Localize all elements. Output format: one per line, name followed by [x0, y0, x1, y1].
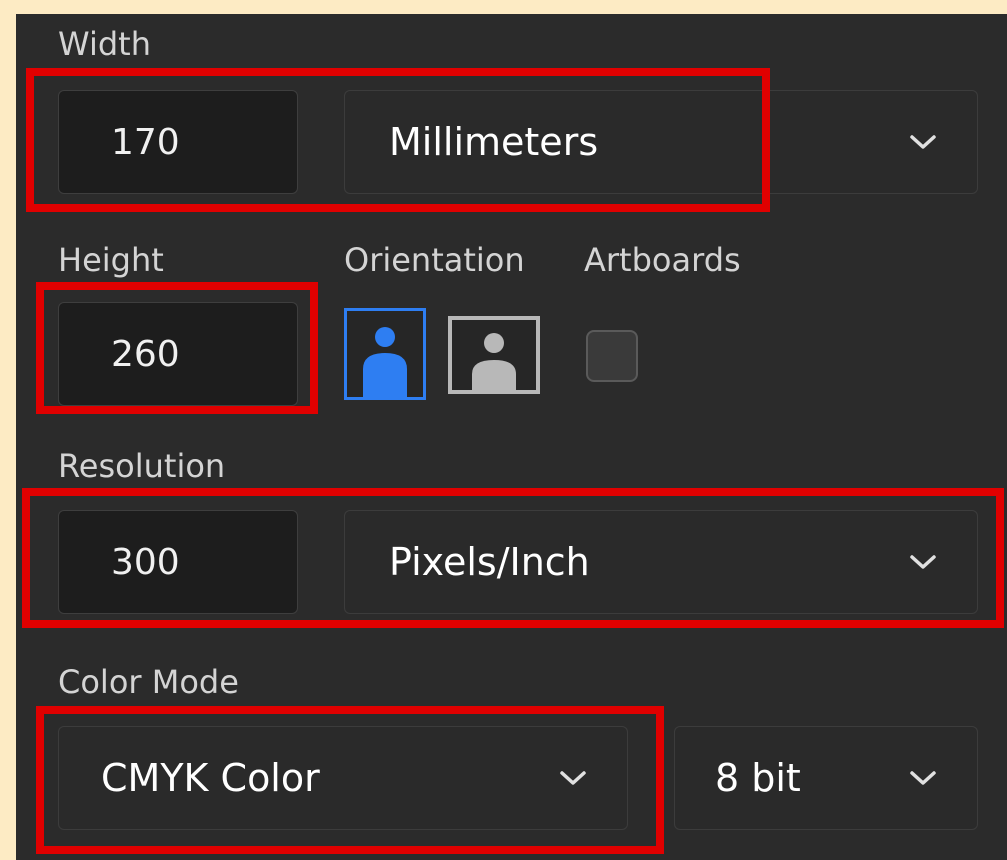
- artboards-checkbox[interactable]: [586, 330, 638, 382]
- height-label: Height: [58, 241, 164, 279]
- color-mode-value: CMYK Color: [101, 756, 320, 800]
- width-label: Width: [58, 25, 151, 63]
- landscape-icon: [472, 333, 516, 390]
- resolution-unit-select[interactable]: Pixels/Inch: [344, 510, 978, 614]
- artboards-label: Artboards: [584, 241, 741, 279]
- height-input[interactable]: 260: [58, 302, 298, 406]
- width-unit-select[interactable]: Millimeters: [344, 90, 978, 194]
- color-mode-select[interactable]: CMYK Color: [58, 726, 628, 830]
- width-unit-value: Millimeters: [389, 120, 599, 164]
- resolution-input[interactable]: 300: [58, 510, 298, 614]
- portrait-icon: [363, 327, 407, 397]
- color-mode-label: Color Mode: [58, 663, 239, 701]
- width-input[interactable]: 170: [58, 90, 298, 194]
- chevron-down-icon: [560, 771, 586, 785]
- orientation-landscape-button[interactable]: [448, 316, 540, 394]
- chevron-down-icon: [910, 771, 936, 785]
- chevron-down-icon: [910, 135, 936, 149]
- bit-depth-select[interactable]: 8 bit: [674, 726, 978, 830]
- chevron-down-icon: [910, 555, 936, 569]
- resolution-label: Resolution: [58, 447, 226, 485]
- orientation-portrait-button[interactable]: [344, 308, 426, 400]
- bit-depth-value: 8 bit: [715, 756, 801, 800]
- orientation-label: Orientation: [344, 241, 525, 279]
- resolution-unit-value: Pixels/Inch: [389, 540, 590, 584]
